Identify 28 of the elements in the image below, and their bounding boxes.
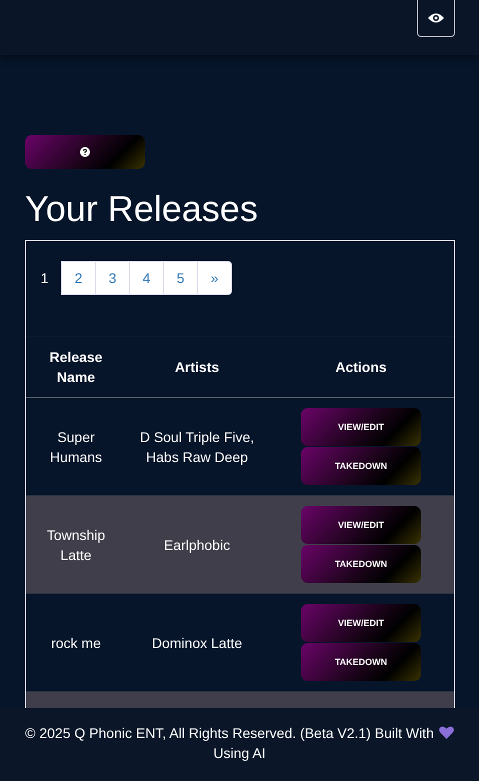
view-edit-button[interactable]: VIEW/EDIT [301, 408, 421, 446]
eye-icon [427, 12, 445, 24]
column-header: Actions [335, 359, 387, 375]
column-header: Artists [174, 359, 220, 375]
page-title: Your Releases [25, 189, 259, 229]
table-cell: Township Latte [46, 526, 106, 562]
table-cell: Super Humans [50, 428, 102, 464]
page-link[interactable]: 2 [61, 261, 96, 295]
takedown-button[interactable]: TAKEDOWN [301, 447, 421, 485]
takedown-button[interactable]: TAKEDOWN [301, 643, 421, 681]
view-edit-button[interactable]: VIEW/EDIT [301, 604, 421, 642]
table-cell: Dominox Latte [152, 634, 242, 650]
next-page-link[interactable]: » [197, 261, 232, 295]
copyright-text: Using AI [213, 745, 266, 761]
page-link[interactable]: 4 [129, 261, 164, 295]
view-edit-button[interactable]: VIEW/EDIT [301, 506, 421, 544]
takedown-button[interactable]: TAKEDOWN [301, 545, 421, 583]
visibility-button[interactable] [417, 0, 455, 37]
question-icon [80, 147, 90, 157]
page-link[interactable]: 1 [27, 261, 62, 295]
page-link[interactable]: 3 [95, 261, 130, 295]
page-link[interactable]: 5 [163, 261, 198, 295]
column-header: Release Name [50, 349, 102, 385]
table-cell: rock me [51, 634, 101, 650]
copyright-text: © 2025 Q Phonic ENT, All Rights Reserved. (Beta V2.1) Built With [25, 725, 434, 741]
table-cell: D Soul Triple Five, Habs Raw Deep [140, 428, 254, 464]
heart-icon [438, 726, 454, 739]
table-cell: Earlphobic [164, 536, 230, 552]
